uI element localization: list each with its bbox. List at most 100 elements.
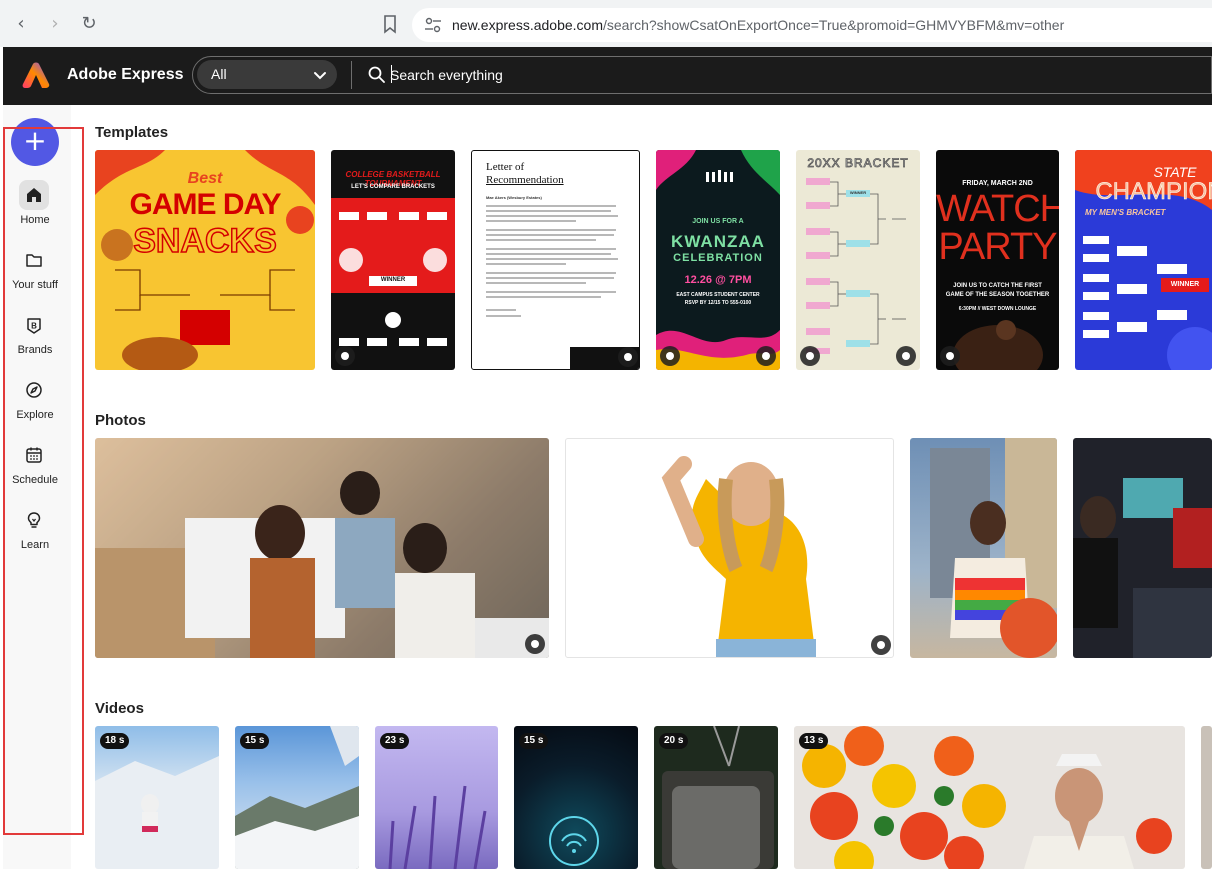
search-filter-value: All [211, 66, 227, 82]
site-settings-icon[interactable] [424, 17, 442, 33]
video-duration-badge: 23 s [380, 733, 410, 749]
url-text: new.express.adobe.com/search?showCsatOnE… [452, 17, 1064, 33]
sidebar-item-explore[interactable]: Explore [3, 375, 67, 431]
sidebar-item-label: Your stuff [12, 279, 58, 291]
premium-badge-icon [618, 347, 638, 367]
adobe-express-logo[interactable] [22, 62, 50, 88]
photo-image [1073, 478, 1212, 658]
sidebar-item-brands[interactable]: B Brands [3, 310, 67, 366]
compass-icon [19, 375, 49, 405]
video-card[interactable]: 15 s [514, 726, 638, 869]
photo-card[interactable] [1073, 438, 1212, 658]
sidebar-item-your-stuff[interactable]: Your stuff [3, 245, 67, 301]
template-title-line: JOIN US TO CATCH THE FIRST GAME OF THE S… [945, 283, 1050, 298]
sidebar-item-home[interactable]: Home [3, 180, 67, 236]
template-title-line: PARTY [938, 226, 1057, 268]
template-title-line: WINNER [380, 277, 406, 283]
sidebar-item-label: Explore [16, 409, 54, 421]
photo-card[interactable] [910, 438, 1057, 658]
template-card[interactable]: JOIN US FOR A KWANZAA CELEBRATION 12.26 … [656, 150, 780, 370]
app-header: Adobe Express All [3, 47, 1212, 105]
video-thumbnail [802, 726, 1172, 869]
video-card[interactable]: 23 s [375, 726, 498, 869]
premium-badge-icon [800, 346, 820, 366]
home-icon [19, 180, 49, 210]
letter-body-lines [486, 205, 618, 317]
search-filter-dropdown[interactable]: All [197, 60, 337, 89]
url-host: new.express.adobe.com [452, 17, 603, 33]
template-title-line: 12.26 @ 7PM [684, 274, 752, 286]
back-icon[interactable]: ‹ [10, 13, 32, 35]
template-card[interactable]: Letter of Recommendation Mae Akers (Wesb… [471, 150, 640, 370]
svg-text:B: B [31, 322, 37, 331]
address-bar[interactable]: new.express.adobe.com/search?showCsatOnE… [412, 8, 1212, 42]
brand-icon: B [19, 310, 49, 340]
template-card[interactable]: COLLEGE BASKETBALL TOURNAMENT LET'S COMP… [331, 150, 455, 370]
video-duration-badge: 15 s [519, 733, 549, 749]
template-title-line: Recommendation [486, 174, 564, 186]
search-divider [351, 61, 352, 89]
video-card[interactable]: 15 s [235, 726, 359, 869]
template-title-line: SNACKS [132, 221, 277, 261]
template-title-line: JOIN US FOR A [692, 218, 744, 225]
template-title-line: FRIDAY, MARCH 2ND [962, 180, 1033, 187]
forward-icon[interactable]: › [44, 13, 66, 35]
template-title-line: KWANZAA [671, 232, 765, 251]
video-card[interactable] [1201, 726, 1212, 869]
photo-card[interactable] [95, 438, 549, 658]
reload-icon[interactable]: ↻ [78, 13, 100, 35]
template-title-line: Best [187, 170, 223, 187]
template-card[interactable]: STATE CHAMPION MY MEN'S BRACKET WINNER [1075, 150, 1212, 370]
bookmark-icon[interactable] [380, 14, 400, 34]
folder-icon [19, 245, 49, 275]
template-title-line: WATCH [936, 188, 1059, 230]
chevron-down-icon [314, 72, 326, 80]
template-artwork [806, 178, 906, 354]
premium-badge-icon [896, 346, 916, 366]
sidebar-item-schedule[interactable]: Schedule [3, 440, 67, 496]
photo-image [661, 456, 816, 657]
sidebar-item-learn[interactable]: Learn [3, 505, 67, 561]
sidebar-item-label: Home [20, 214, 50, 226]
video-card[interactable]: 18 s [95, 726, 219, 869]
templates-section-title: Templates [95, 124, 169, 141]
template-title-line: Mae Akers (Wesbury Estates) [486, 195, 542, 200]
template-title-line: 20XX BRACKET [807, 156, 909, 171]
url-path: /search?showCsatOnExportOnce=True&promoi… [602, 17, 1065, 33]
template-title-line: GAME DAY [129, 188, 282, 221]
video-card[interactable]: 13 s [794, 726, 1185, 869]
template-title-line: EAST CAMPUS STUDENT CENTER [676, 292, 760, 298]
template-title-line: CELEBRATION [673, 252, 763, 264]
template-title-line: 6:30PM // WEST DOWN LOUNGE [958, 306, 1037, 312]
video-duration-badge: 20 s [659, 733, 689, 749]
photos-section-title: Photos [95, 412, 146, 429]
search-icon [368, 66, 385, 83]
template-title-line: MY MEN'S BRACKET [1085, 208, 1166, 217]
template-title-line: RSVP BY 12/15 TO 555-0100 [684, 300, 752, 306]
photo-image [930, 438, 1057, 658]
calendar-icon [19, 440, 49, 470]
photo-image [95, 438, 549, 658]
browser-toolbar: ‹ › ↻ new.express.adobe.com/search?showC… [0, 0, 1212, 47]
video-duration-badge: 13 s [799, 733, 829, 749]
video-duration-badge: 18 s [100, 733, 130, 749]
template-title-line: WINNER [849, 190, 867, 195]
text-caret [391, 65, 392, 83]
template-title-line: CHAMPION [1095, 178, 1212, 206]
photo-card[interactable] [565, 438, 894, 658]
create-new-button[interactable]: + [11, 118, 59, 166]
template-card[interactable]: 20XX BRACKET WINNER [796, 150, 920, 370]
video-duration-badge: 15 s [240, 733, 270, 749]
video-card[interactable]: 20 s [654, 726, 778, 869]
template-card[interactable]: FRIDAY, MARCH 2ND WATCH PARTY JOIN US TO… [936, 150, 1059, 370]
template-title-line: Letter of [486, 161, 525, 173]
lightbulb-icon [19, 505, 49, 535]
sidebar-item-label: Schedule [12, 474, 58, 486]
premium-badge-icon [871, 635, 891, 655]
premium-badge-icon [335, 346, 355, 366]
template-card[interactable]: Best GAME DAY SNACKS [95, 150, 315, 370]
premium-badge-icon [525, 634, 545, 654]
play-badge-icon [940, 346, 960, 366]
premium-badge-icon [660, 346, 680, 366]
search-input[interactable] [390, 63, 990, 87]
